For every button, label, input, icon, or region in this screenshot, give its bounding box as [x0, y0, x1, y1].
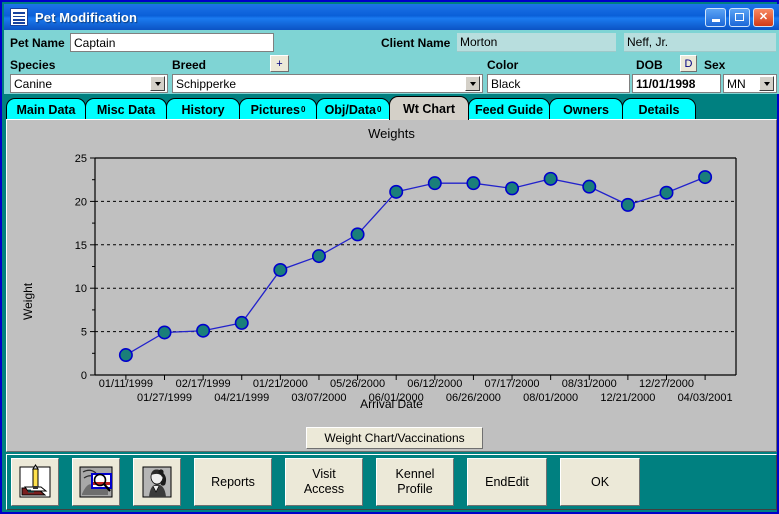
chart-x-axis-label: Arrival Date [7, 397, 776, 411]
pet-header-form: Pet Name Captain Client Name Morton Neff… [4, 30, 779, 94]
species-value: Canine [11, 77, 150, 91]
breed-value: Schipperke [173, 77, 465, 91]
reports-button-label: Reports [211, 475, 255, 490]
ok-button-label: OK [591, 475, 609, 490]
window-title: Pet Modification [35, 10, 137, 25]
bottom-toolbar: Reports VisitAccess KennelProfile EndEdi… [6, 454, 777, 510]
magnifier-image-icon[interactable] [72, 458, 120, 506]
chart-x-tick-label: 01/21/2000 [253, 378, 308, 390]
chart-plot-area: 0 5 10 15 20 25 [7, 120, 776, 395]
tab-label: Details [639, 103, 680, 117]
svg-text:25: 25 [75, 153, 87, 165]
tab-strip: Main DataMisc DataHistoryPictures0Obj/Da… [6, 96, 777, 120]
pet-name-input[interactable]: Captain [70, 33, 274, 52]
client-suffix-value[interactable]: Neff, Jr. [624, 33, 776, 52]
chart-x-tick-label: 12/27/2000 [639, 378, 694, 390]
sex-label: Sex [704, 58, 725, 72]
reports-button[interactable]: Reports [194, 458, 272, 506]
tab-misc-data[interactable]: Misc Data [85, 98, 167, 120]
end-edit-button-label: EndEdit [485, 475, 529, 490]
client-name-label: Client Name [381, 36, 450, 50]
breed-add-button[interactable]: + [270, 55, 289, 72]
chevron-down-icon[interactable] [465, 76, 480, 91]
kennel-profile-button[interactable]: KennelProfile [376, 458, 454, 506]
species-select[interactable]: Canine [10, 74, 168, 93]
chart-x-tick-label: 06/12/2000 [407, 378, 462, 390]
chart-x-tick-label: 01/11/1999 [99, 378, 153, 390]
tab-feed-guide[interactable]: Feed Guide [468, 98, 550, 120]
dob-label: DOB [636, 58, 663, 72]
tab-main-data[interactable]: Main Data [6, 98, 86, 120]
tab-label: Wt Chart [403, 102, 455, 116]
tab-obj-data[interactable]: Obj/Data0 [316, 98, 390, 120]
svg-text:5: 5 [81, 327, 87, 339]
chevron-down-icon[interactable] [150, 76, 165, 91]
close-button[interactable]: ✕ [753, 8, 774, 27]
wt-chart-panel: Weights Weight 0510152025 01/11/199901/2… [6, 119, 777, 452]
tab-owners[interactable]: Owners [549, 98, 623, 120]
ok-button[interactable]: OK [560, 458, 640, 506]
form-list-icon [10, 8, 28, 26]
chart-x-tick-label: 02/17/1999 [176, 378, 231, 390]
tab-label: History [181, 103, 224, 117]
title-bar: Pet Modification ✕ [4, 4, 779, 30]
tab-label: Misc Data [97, 103, 155, 117]
visit-access-button-label: VisitAccess [304, 467, 344, 497]
tab-label: Owners [563, 103, 609, 117]
color-input[interactable]: Black [487, 74, 630, 93]
svg-text:20: 20 [75, 196, 87, 208]
weight-chart: Weights Weight 0510152025 01/11/199901/2… [7, 120, 776, 420]
dob-picker-button[interactable]: D [680, 55, 697, 72]
minimize-button[interactable] [705, 8, 726, 27]
person-phone-icon[interactable] [133, 458, 181, 506]
chart-x-tick-label: 08/31/2000 [562, 378, 617, 390]
window-controls: ✕ [705, 8, 774, 27]
breed-select[interactable]: Schipperke [172, 74, 483, 93]
chart-x-tick-label: 05/26/2000 [330, 378, 385, 390]
svg-text:15: 15 [75, 240, 87, 252]
species-label: Species [10, 58, 55, 72]
dob-input[interactable]: 11/01/1998 [632, 74, 721, 93]
svg-text:10: 10 [75, 283, 87, 295]
sex-value: MN [724, 77, 759, 91]
chevron-down-icon[interactable] [759, 76, 774, 91]
breed-label: Breed [172, 58, 206, 72]
tab-badge-count: 0 [301, 105, 305, 114]
tab-history[interactable]: History [166, 98, 240, 120]
weight-chart-vaccinations-button[interactable]: Weight Chart/Vaccinations [306, 427, 483, 449]
pet-name-label: Pet Name [10, 36, 65, 50]
chart-x-tick-label: 07/17/2000 [485, 378, 540, 390]
maximize-button[interactable] [729, 8, 750, 27]
client-name-value[interactable]: Morton [457, 33, 616, 52]
visit-access-button[interactable]: VisitAccess [285, 458, 363, 506]
tab-label: Feed Guide [475, 103, 543, 117]
tab-label: Pictures [251, 103, 300, 117]
tab-wt-chart[interactable]: Wt Chart [389, 96, 469, 120]
tab-label: Main Data [16, 103, 75, 117]
tab-badge-count: 0 [377, 105, 381, 114]
end-edit-button[interactable]: EndEdit [467, 458, 547, 506]
pet-modification-window: Pet Modification ✕ Pet Name Captain Clie… [0, 0, 779, 514]
pencil-notepad-icon[interactable] [11, 458, 59, 506]
color-label: Color [487, 58, 518, 72]
tab-pictures[interactable]: Pictures0 [239, 98, 317, 120]
tab-label: Obj/Data [325, 103, 376, 117]
kennel-profile-button-label: KennelProfile [396, 467, 435, 497]
svg-text:0: 0 [81, 370, 87, 382]
tab-details[interactable]: Details [622, 98, 696, 120]
sex-select[interactable]: MN [723, 74, 777, 93]
